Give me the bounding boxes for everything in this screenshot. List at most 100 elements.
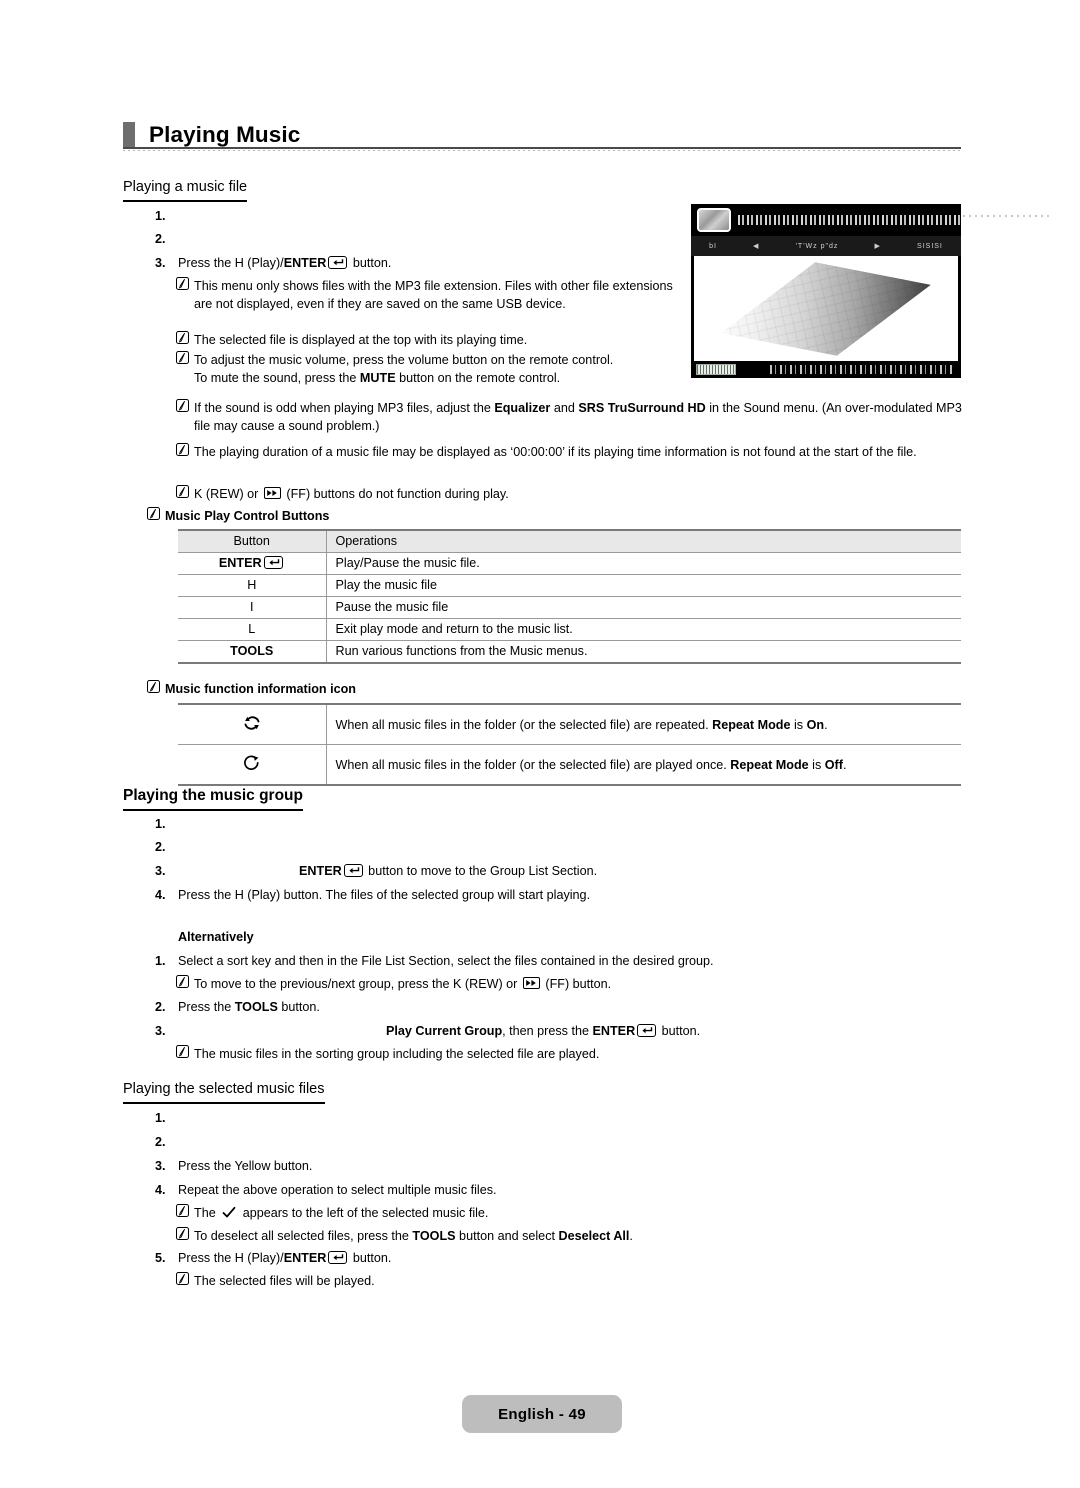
note-pre: If the sound is odd when playing MP3 fil… — [194, 401, 495, 415]
table-row: H Play the music file — [178, 574, 961, 597]
step-number: 3. — [155, 256, 166, 270]
step-text: Play Current Group, then press the ENTER… — [386, 1023, 700, 1040]
equalizer-label: Equalizer — [494, 401, 551, 415]
step-text-pre: Press the H (Play)/ — [178, 256, 284, 270]
step-number: 1. — [155, 209, 166, 223]
osd-footer-text — [770, 365, 955, 374]
page-footer: English - 49 — [462, 1395, 622, 1433]
note-icon — [147, 680, 160, 693]
note-pre: To move to the previous/next group, pres… — [194, 977, 521, 991]
step-text-pre: Press the — [178, 1000, 235, 1014]
note-text: To move to the previous/next group, pres… — [194, 975, 611, 993]
step-number: 4. — [155, 888, 166, 902]
note-item: To move to the previous/next group, pres… — [176, 975, 796, 993]
note-post: (FF) button. — [541, 977, 612, 991]
note-text: To deselect all selected files, press th… — [194, 1227, 633, 1245]
cell-operation: Play the music file — [326, 574, 961, 597]
table-row: I Pause the music file — [178, 596, 961, 619]
enter-icon — [637, 1024, 657, 1037]
desc-mid: is — [808, 757, 825, 772]
repeat-all-icon — [241, 716, 263, 736]
page-number-label: English - 49 — [498, 1405, 586, 1423]
note-item: This menu only shows files with the MP3 … — [176, 277, 686, 313]
title-accent-bar — [123, 121, 135, 149]
enter-icon — [328, 1251, 348, 1264]
note-text: The playing duration of a music file may… — [194, 445, 917, 459]
step-text: Press the H (Play)/ENTER button. — [178, 255, 391, 272]
cell-button: L — [178, 618, 327, 641]
note-item-table-label: Music Play Control Buttons — [147, 507, 567, 525]
note-icon — [176, 331, 189, 344]
note-post: appears to the left of the selected musi… — [239, 1206, 489, 1220]
table-label: Music Play Control Buttons — [165, 509, 330, 523]
note-item: If the sound is odd when playing MP3 fil… — [176, 399, 966, 435]
enter-label: ENTER — [592, 1024, 636, 1038]
note-line-2-pre: To mute the sound, press the — [194, 371, 360, 385]
note-post: (FF) buttons do not function during play… — [282, 487, 509, 501]
step-text-post: button. — [349, 256, 392, 270]
step-number: 5. — [155, 1251, 166, 1265]
desc-post: . — [824, 717, 828, 732]
table-row: L Exit play mode and return to the music… — [178, 618, 961, 641]
note-item: To adjust the music volume, press the vo… — [176, 351, 736, 387]
osd-header-bar — [691, 204, 961, 236]
desc-pre: When all music files in the folder (or t… — [335, 757, 731, 772]
osd-menu-item: SISISI — [917, 242, 943, 250]
step-number: 2. — [155, 1135, 166, 1149]
note-text: The music files in the sorting group inc… — [194, 1047, 600, 1061]
repeat-once-icon — [241, 755, 263, 776]
cell-button: I — [178, 596, 327, 619]
note-icon — [176, 975, 189, 988]
note-icon — [176, 443, 189, 456]
repeat-mode-value: On — [806, 717, 825, 732]
step-number: 2. — [155, 840, 166, 854]
mute-label: MUTE — [359, 371, 396, 385]
title-divider — [123, 147, 961, 149]
enter-icon — [343, 864, 363, 877]
enter-label: ENTER — [283, 256, 327, 270]
cell-operation: Play/Pause the music file. — [326, 552, 961, 575]
section-heading-playing-a-music-file: Playing a music file — [123, 180, 248, 202]
note-text: The appears to the left of the selected … — [194, 1204, 488, 1222]
note-text: If the sound is odd when playing MP3 fil… — [194, 399, 966, 435]
step-text-post: button. — [658, 1024, 701, 1038]
section-heading-playing-the-selected-music-files: Playing the selected music files — [123, 1082, 325, 1104]
note-item: K (REW) or (FF) buttons do not function … — [176, 485, 776, 503]
visualizer-gradient — [710, 256, 941, 362]
note-mid: button and select — [455, 1229, 559, 1243]
tools-label: TOOLS — [412, 1229, 456, 1243]
table-row: TOOLS Run various functions from the Mus… — [178, 640, 961, 664]
note-text: The selected files will be played. — [194, 1274, 375, 1288]
note-post: . — [629, 1229, 633, 1243]
step-text: Repeat the above operation to select mul… — [178, 1183, 497, 1197]
note-pre: To deselect all selected files, press th… — [194, 1229, 413, 1243]
note-item: The playing duration of a music file may… — [176, 443, 966, 461]
note-icon — [176, 399, 189, 412]
step-text: ENTER button to move to the Group List S… — [299, 863, 597, 880]
note-icon — [176, 1227, 189, 1240]
step-text-post: button. — [349, 1251, 392, 1265]
chapter-title-text: Playing Music — [149, 121, 301, 147]
note-item-table-label: Music function information icon — [147, 680, 607, 698]
title-divider-dotted — [123, 150, 961, 151]
cell-icon — [178, 744, 327, 786]
note-pre: K (REW) or — [194, 487, 262, 501]
srs-trusurround-label: SRS TruSurround HD — [578, 401, 706, 415]
note-item: The selected file is displayed at the to… — [176, 331, 736, 349]
repeat-mode-value: Off — [824, 757, 843, 772]
note-icon — [176, 1204, 189, 1217]
step-text-mid: , then press the — [502, 1024, 593, 1038]
cell-operation: Run various functions from the Music men… — [326, 640, 961, 664]
note-line-1: To adjust the music volume, press the vo… — [194, 353, 614, 367]
osd-menu-item: 'T'Wz p"dz — [795, 242, 839, 250]
table-row: When all music files in the folder (or t… — [178, 744, 961, 786]
cell-button: TOOLS — [178, 640, 327, 664]
step-text-pre: Press the H (Play)/ — [178, 1251, 284, 1265]
note-icon — [147, 507, 160, 520]
step-text-post: button to move to the Group List Section… — [364, 864, 598, 878]
fast-forward-icon — [522, 977, 540, 989]
note-item: The selected files will be played. — [176, 1272, 796, 1290]
step-number: 2. — [155, 232, 166, 246]
cell-button: H — [178, 574, 327, 597]
manual-page: Playing Music bI ◀ 'T'Wz p"dz ▶ SISISI P… — [0, 0, 1080, 1488]
